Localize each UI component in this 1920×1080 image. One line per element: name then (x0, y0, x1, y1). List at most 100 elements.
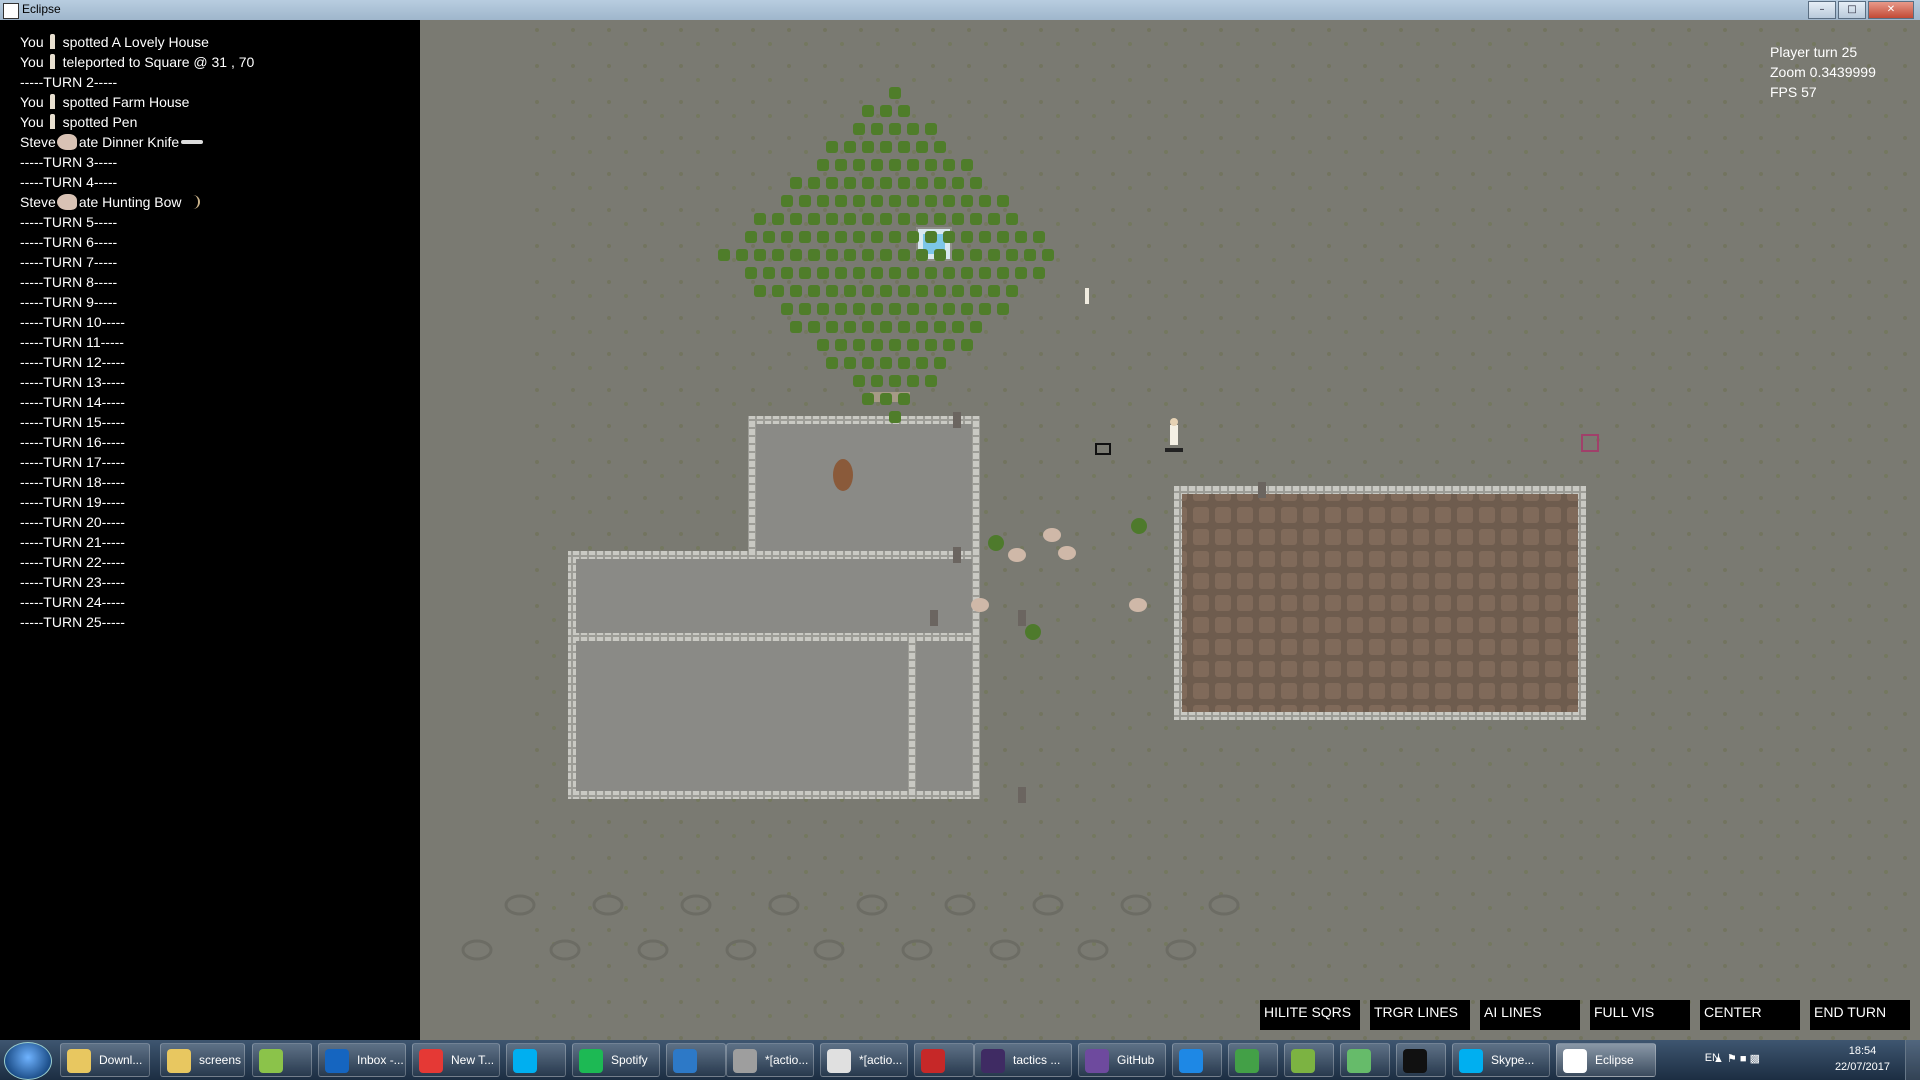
log-actor: You (20, 54, 44, 70)
taskbar-item[interactable]: Inbox -... (318, 1043, 406, 1077)
crop-plant (772, 249, 784, 261)
crop-plant (862, 249, 874, 261)
crop-plant (997, 267, 1009, 279)
crop-plant (907, 303, 919, 315)
taskbar-item[interactable] (914, 1043, 974, 1077)
crop-plant (844, 249, 856, 261)
crop-plant (745, 231, 757, 243)
log-actor: You (20, 34, 44, 50)
taskbar-item[interactable]: screens (160, 1043, 245, 1077)
person-icon (49, 114, 55, 129)
taskbar-item[interactable]: Downl... (60, 1043, 150, 1077)
crop-plant (952, 213, 964, 225)
log-text: -----TURN 16----- (20, 434, 125, 450)
taskbar-item-label: Downl... (99, 1053, 143, 1067)
close-button[interactable]: ✕ (1868, 1, 1914, 19)
taskbar-item-label: tactics ... (1013, 1053, 1061, 1067)
crop-plant (988, 285, 1000, 297)
taskbar-item[interactable] (1228, 1043, 1278, 1077)
crop-plant (871, 123, 883, 135)
game-map[interactable] (420, 20, 1920, 1040)
crop-plant (898, 105, 910, 117)
log-line: -----TURN 17----- (20, 452, 125, 472)
crop-plant (808, 285, 820, 297)
log-line: -----TURN 2----- (20, 72, 117, 92)
crop-plant (988, 213, 1000, 225)
crop-plant (997, 231, 1009, 243)
taskbar-item[interactable] (506, 1043, 566, 1077)
log-line: You spotted A Lovely House (20, 32, 209, 52)
full-vis-button[interactable]: FULL VIS (1590, 1000, 1690, 1030)
log-text: -----TURN 12----- (20, 354, 125, 370)
taskbar-item-label: Inbox -... (357, 1053, 404, 1067)
trgr-lines-button[interactable]: TRGR LINES (1370, 1000, 1470, 1030)
crop-plant (844, 141, 856, 153)
crop-plant (718, 249, 730, 261)
log-text: -----TURN 25----- (20, 614, 125, 630)
log-text: ate Dinner Knife (78, 134, 180, 150)
maximize-button[interactable]: □ (1838, 1, 1866, 19)
crop-plant (943, 195, 955, 207)
taskbar-item-label: *[actio... (765, 1053, 809, 1067)
crop-plant (862, 177, 874, 189)
taskbar-item[interactable]: tactics ... (974, 1043, 1072, 1077)
log-line: You spotted Farm House (20, 92, 189, 112)
log-line: -----TURN 8----- (20, 272, 117, 292)
notepad-icon (1291, 1049, 1315, 1073)
log-text: -----TURN 6----- (20, 234, 118, 250)
start-button[interactable] (4, 1042, 52, 1080)
crop-plant (925, 303, 937, 315)
taskbar-item[interactable] (666, 1043, 726, 1077)
crop-plant (907, 375, 919, 387)
crop-plant (817, 303, 829, 315)
door (953, 547, 961, 563)
taskbar-item[interactable]: Spotify (572, 1043, 660, 1077)
crop-plant (781, 303, 793, 315)
taskbar-item[interactable] (1396, 1043, 1446, 1077)
taskbar-item[interactable]: Skype... (1452, 1043, 1550, 1077)
taskbar-item[interactable]: *[actio... (726, 1043, 814, 1077)
pig (1043, 528, 1061, 542)
center-button[interactable]: CENTER (1700, 1000, 1800, 1030)
show-desktop-button[interactable] (1905, 1040, 1920, 1080)
crop-plant (916, 321, 928, 333)
crop-plant (799, 231, 811, 243)
crop-plant (889, 231, 901, 243)
pig-icon (56, 134, 77, 150)
taskbar-item[interactable] (1172, 1043, 1222, 1077)
taskbar-item[interactable]: GitHub (1078, 1043, 1166, 1077)
crop-plant (970, 177, 982, 189)
taskbar-item[interactable]: *[actio... (820, 1043, 908, 1077)
system-clock[interactable]: 18:54 22/07/2017 (1835, 1043, 1890, 1075)
crop-plant (916, 285, 928, 297)
crop-plant (772, 213, 784, 225)
tray-icons[interactable]: ▲ ⚑ ■ ▩ (1713, 1052, 1760, 1065)
window-title: Eclipse (22, 2, 61, 16)
log-text: -----TURN 9----- (20, 294, 118, 310)
crop-plant (844, 357, 856, 369)
house-upper-room (748, 416, 980, 559)
taskbar-item[interactable] (1284, 1043, 1334, 1077)
taskbar-item[interactable] (1340, 1043, 1390, 1077)
taskbar-item[interactable]: Eclipse (1556, 1043, 1656, 1077)
end-turn-button[interactable]: END TURN (1810, 1000, 1910, 1030)
crop-plant (799, 267, 811, 279)
crop-plant (961, 339, 973, 351)
crop-plant (835, 159, 847, 171)
door (1018, 610, 1026, 626)
log-line: -----TURN 5----- (20, 212, 117, 232)
game-viewport[interactable]: Player turn 25 Zoom 0.3439999 FPS 57 HIL… (420, 20, 1920, 1040)
crop-plant (799, 195, 811, 207)
log-text: -----TURN 19----- (20, 494, 125, 510)
ai-lines-button[interactable]: AI LINES (1480, 1000, 1580, 1030)
crop-plant (988, 249, 1000, 261)
taskbar-item[interactable] (252, 1043, 312, 1077)
crop-plant (808, 249, 820, 261)
crop-plant (862, 285, 874, 297)
upload-icon (1179, 1049, 1203, 1073)
hilite-sqrs-button[interactable]: HILITE SQRS (1260, 1000, 1360, 1030)
taskbar-item[interactable]: New T... (412, 1043, 500, 1077)
crop-plant (889, 87, 901, 99)
crop-plant (754, 249, 766, 261)
minimize-button[interactable]: – (1808, 1, 1836, 19)
